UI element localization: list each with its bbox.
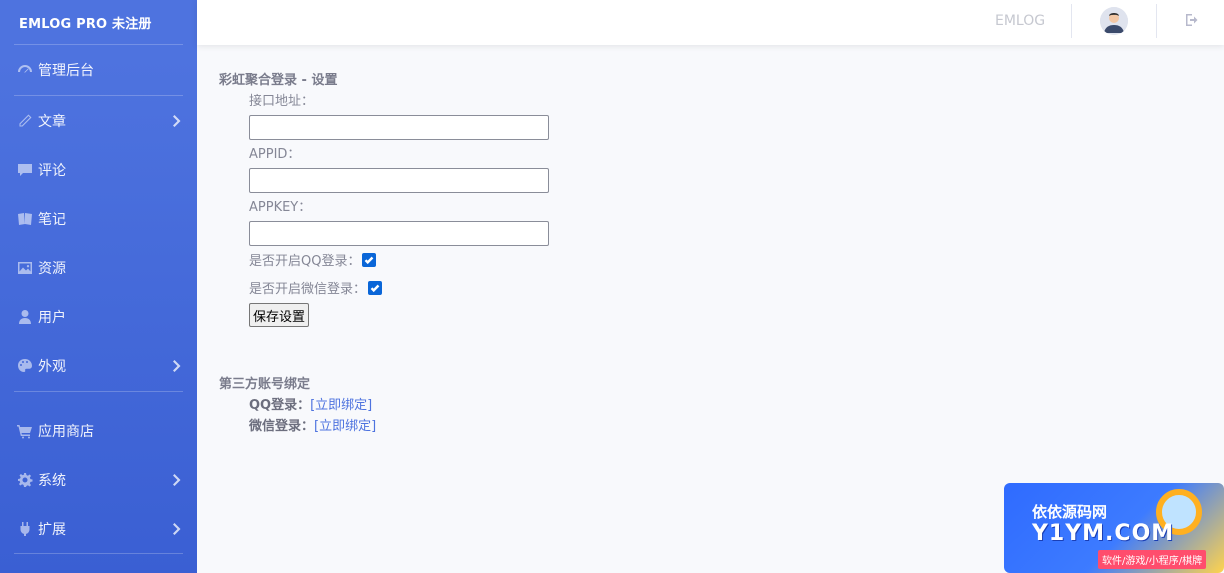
watermark-line1: 依依源码网 <box>1032 503 1108 521</box>
sidebar-item-appearance[interactable]: 外观 <box>0 341 197 390</box>
appkey-input[interactable] <box>249 221 549 246</box>
sidebar-item-label: 系统 <box>38 472 66 489</box>
topbar-divider <box>1156 4 1157 38</box>
sidebar-item-notes[interactable]: 笔记 <box>0 194 197 243</box>
sidebar-item-comments[interactable]: 评论 <box>0 145 197 194</box>
watermark-logo: 依依源码网 Y1YM.COM 软件/游戏/小程序/棋牌 <box>1004 483 1224 573</box>
sidebar-item-label: 评论 <box>38 162 66 179</box>
appid-label: APPID： <box>249 147 301 162</box>
wechat-bind-row: 微信登录：[立即绑定] <box>249 415 376 434</box>
topbar: EMLOG <box>197 0 1224 45</box>
notes-icon <box>16 210 34 228</box>
sidebar-item-dashboard[interactable]: 管理后台 <box>0 45 197 95</box>
appkey-label: APPKEY： <box>249 200 312 215</box>
cart-icon <box>16 422 34 440</box>
qq-bind-row: QQ登录：[立即绑定] <box>249 394 372 413</box>
chevron-right-icon <box>173 114 181 127</box>
sidebar-item-system[interactable]: 系统 <box>0 455 197 504</box>
qq-bind-label: QQ登录： <box>249 398 311 413</box>
topbar-divider <box>1071 4 1072 38</box>
chevron-right-icon <box>173 473 181 486</box>
sidebar-item-resources[interactable]: 资源 <box>0 243 197 292</box>
gear-icon <box>16 471 34 489</box>
sidebar: EMLOG PRO 未注册 管理后台 文章 评论 笔记 资源 用户 外观 应用商… <box>0 0 197 573</box>
site-name-link[interactable]: EMLOG <box>995 13 1045 29</box>
settings-title: 彩虹聚合登录 - 设置 <box>219 73 338 88</box>
save-settings-button[interactable]: 保存设置 <box>249 303 309 327</box>
sidebar-divider <box>14 391 183 392</box>
api-url-label: 接口地址： <box>249 94 315 109</box>
chevron-right-icon <box>173 522 181 535</box>
sidebar-item-label: 外观 <box>38 358 66 375</box>
wechat-bind-label: 微信登录： <box>249 419 315 434</box>
watermark-tag: 软件/游戏/小程序/棋牌 <box>1098 550 1207 569</box>
avatar[interactable] <box>1100 7 1128 35</box>
wechat-login-toggle-label: 是否开启微信登录： <box>249 282 367 297</box>
wechat-login-toggle-row: 是否开启微信登录： <box>249 278 383 297</box>
sidebar-item-label: 文章 <box>38 113 66 130</box>
comment-icon <box>16 161 34 179</box>
sidebar-item-users[interactable]: 用户 <box>0 292 197 341</box>
api-url-input[interactable] <box>249 115 549 140</box>
chevron-right-icon <box>173 359 181 372</box>
qq-login-toggle-label: 是否开启QQ登录： <box>249 254 361 269</box>
sidebar-item-extensions[interactable]: 扩展 <box>0 504 197 553</box>
qq-login-toggle-row: 是否开启QQ登录： <box>249 250 377 269</box>
palette-icon <box>16 357 34 375</box>
user-icon <box>16 308 34 326</box>
pencil-icon <box>16 112 34 130</box>
wechat-login-checkbox[interactable] <box>368 280 383 295</box>
sidebar-item-articles[interactable]: 文章 <box>0 96 197 145</box>
qq-login-checkbox[interactable] <box>362 252 377 267</box>
plug-icon <box>16 520 34 538</box>
watermark-line2: Y1YM.COM <box>1032 521 1175 546</box>
sidebar-item-label: 笔记 <box>38 211 66 228</box>
sidebar-item-label: 资源 <box>38 260 66 277</box>
qq-bind-link[interactable]: [立即绑定] <box>310 398 372 413</box>
appid-input[interactable] <box>249 168 549 193</box>
sidebar-item-app-store[interactable]: 应用商店 <box>0 406 197 455</box>
sidebar-item-label: 管理后台 <box>38 63 94 79</box>
brand-title[interactable]: EMLOG PRO 未注册 <box>0 0 197 44</box>
dashboard-icon <box>16 61 34 79</box>
sidebar-item-label: 用户 <box>38 309 66 326</box>
image-icon <box>16 259 34 277</box>
sidebar-item-label: 应用商店 <box>38 423 94 440</box>
wechat-bind-link[interactable]: [立即绑定] <box>314 419 376 434</box>
sidebar-item-label: 扩展 <box>38 521 66 538</box>
binding-title: 第三方账号绑定 <box>219 377 311 392</box>
sidebar-divider <box>14 553 183 554</box>
logout-icon[interactable] <box>1185 13 1199 27</box>
